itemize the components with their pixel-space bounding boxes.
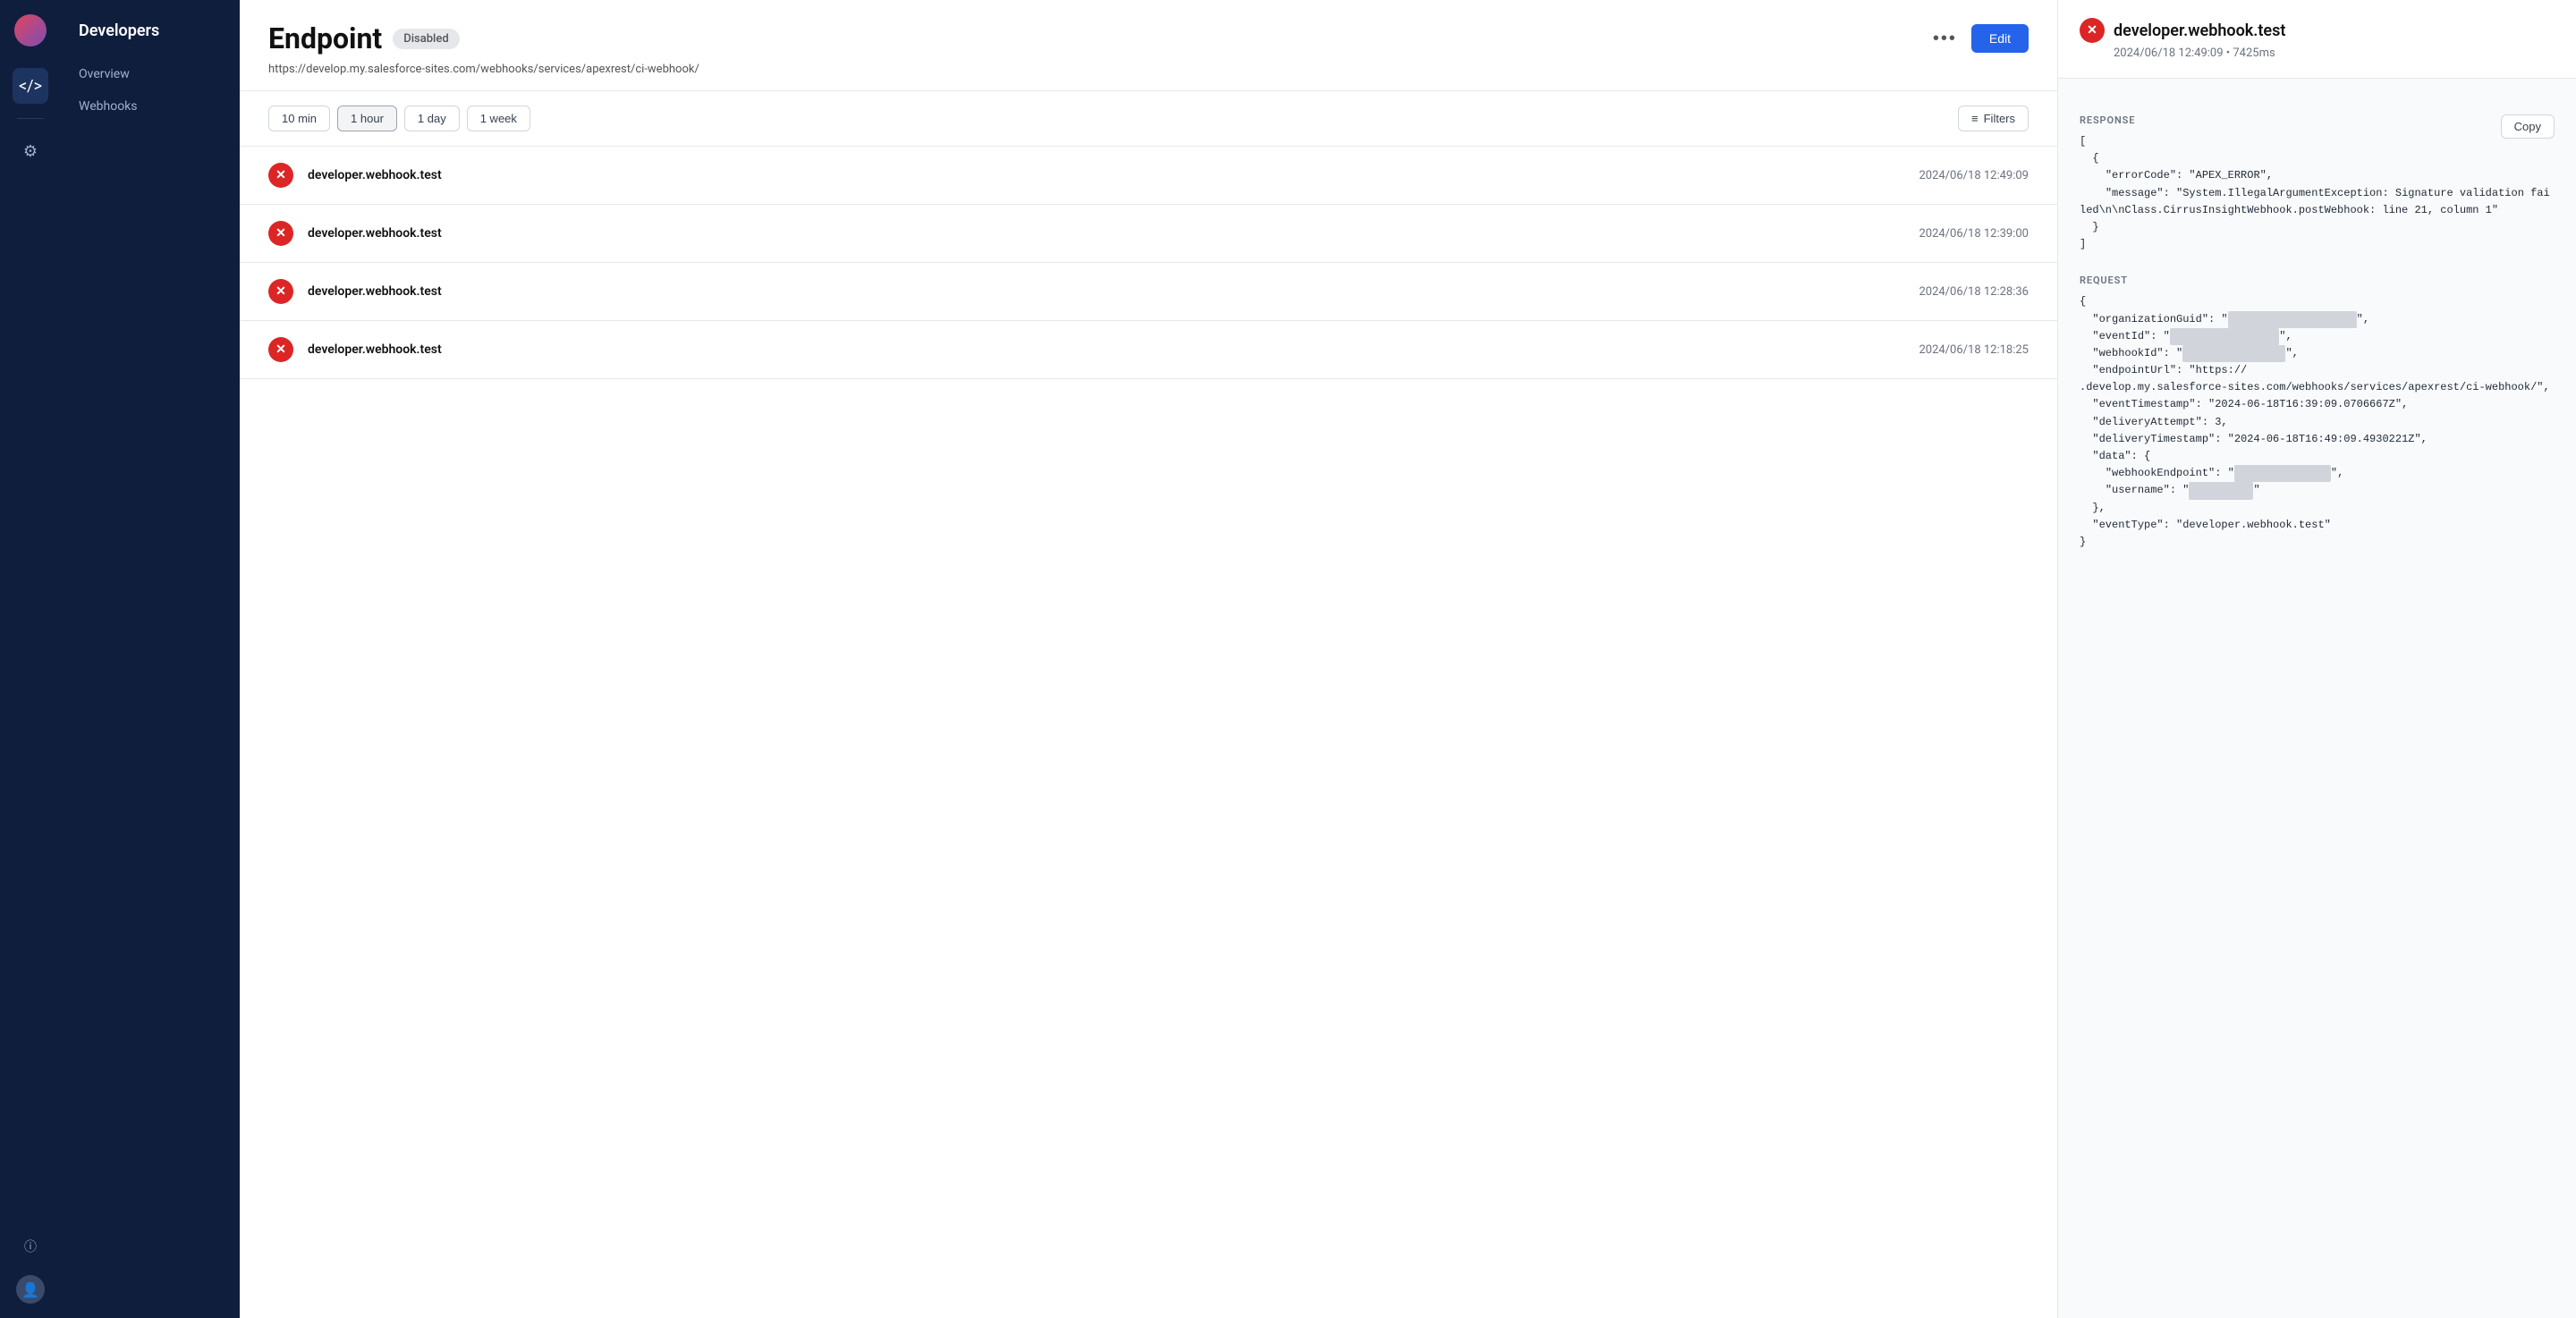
webhook-name: developer.webhook.test bbox=[308, 284, 1904, 299]
detail-title: developer.webhook.test bbox=[2114, 21, 2285, 40]
webhook-name: developer.webhook.test bbox=[308, 342, 1904, 357]
redacted-event-id bbox=[2170, 328, 2279, 345]
status-badge: Disabled bbox=[393, 29, 459, 49]
detail-header: ✕ developer.webhook.test 2024/06/18 12:4… bbox=[2058, 0, 2576, 79]
sidebar-item-overview[interactable]: Overview bbox=[61, 58, 240, 90]
error-status-icon: ✕ bbox=[268, 163, 293, 188]
webhook-time: 2024/06/18 12:49:09 bbox=[1919, 169, 2029, 182]
endpoint-title-row: Endpoint Disabled ••• Edit bbox=[268, 21, 2029, 55]
filter-icon: ≡ bbox=[1971, 112, 1979, 125]
settings-icon[interactable]: ⚙ bbox=[13, 133, 48, 169]
detail-error-icon: ✕ bbox=[2080, 18, 2105, 43]
nav-title: Developers bbox=[61, 14, 240, 58]
endpoint-header: Endpoint Disabled ••• Edit https://devel… bbox=[240, 0, 2057, 91]
request-label: REQUEST bbox=[2080, 275, 2555, 286]
sidebar-bottom: ⓘ 👤 bbox=[13, 1229, 48, 1304]
sidebar-item-webhooks[interactable]: Webhooks bbox=[61, 90, 240, 123]
edit-button[interactable]: Edit bbox=[1971, 24, 2029, 53]
redacted-org-guid bbox=[2228, 311, 2357, 328]
redacted-webhook-id bbox=[2182, 345, 2285, 362]
more-button[interactable]: ••• bbox=[1926, 25, 1964, 53]
error-status-icon: ✕ bbox=[268, 221, 293, 246]
detail-subtitle: 2024/06/18 12:49:09 • 7425ms bbox=[2080, 46, 2555, 60]
request-section: REQUEST { "organizationGuid": " ", "even… bbox=[2080, 275, 2555, 551]
time-filter-10min[interactable]: 10 min bbox=[268, 106, 330, 131]
detail-title-row: ✕ developer.webhook.test bbox=[2080, 18, 2555, 43]
table-row[interactable]: ✕ developer.webhook.test 2024/06/18 12:3… bbox=[240, 205, 2057, 263]
response-code: [ { "errorCode": "APEX_ERROR", "message"… bbox=[2080, 133, 2555, 253]
table-row[interactable]: ✕ developer.webhook.test 2024/06/18 12:1… bbox=[240, 321, 2057, 379]
app-logo bbox=[14, 14, 47, 46]
time-filter-1day[interactable]: 1 day bbox=[404, 106, 460, 131]
endpoint-actions: ••• Edit bbox=[1926, 24, 2029, 53]
time-filters: 10 min 1 hour 1 day 1 week ≡ Filters bbox=[240, 91, 2057, 147]
filters-label: Filters bbox=[1984, 112, 2015, 125]
webhook-time: 2024/06/18 12:28:36 bbox=[1919, 285, 2029, 299]
redacted-webhook-endpoint bbox=[2234, 465, 2331, 482]
webhook-name: developer.webhook.test bbox=[308, 226, 1904, 241]
info-icon[interactable]: ⓘ bbox=[13, 1229, 48, 1264]
endpoint-url: https://develop.my.salesforce-sites.com/… bbox=[268, 63, 2029, 76]
filters-button[interactable]: ≡ Filters bbox=[1958, 106, 2029, 131]
request-code: { "organizationGuid": " ", "eventId": " … bbox=[2080, 293, 2555, 551]
sidebar-divider bbox=[17, 118, 44, 119]
main-content: Endpoint Disabled ••• Edit https://devel… bbox=[240, 0, 2057, 1318]
table-row[interactable]: ✕ developer.webhook.test 2024/06/18 12:4… bbox=[240, 147, 2057, 205]
time-filter-1hour[interactable]: 1 hour bbox=[337, 106, 397, 131]
table-row[interactable]: ✕ developer.webhook.test 2024/06/18 12:2… bbox=[240, 263, 2057, 321]
response-section: Copy RESPONSE [ { "errorCode": "APEX_ERR… bbox=[2080, 114, 2555, 253]
redacted-username bbox=[2189, 482, 2253, 499]
detail-panel: ✕ developer.webhook.test 2024/06/18 12:4… bbox=[2057, 0, 2576, 1318]
webhook-time: 2024/06/18 12:39:00 bbox=[1919, 227, 2029, 241]
user-avatar[interactable]: 👤 bbox=[16, 1275, 45, 1304]
copy-button[interactable]: Copy bbox=[2501, 114, 2555, 139]
endpoint-title: Endpoint bbox=[268, 21, 382, 55]
time-filter-1week[interactable]: 1 week bbox=[467, 106, 530, 131]
error-status-icon: ✕ bbox=[268, 279, 293, 304]
error-status-icon: ✕ bbox=[268, 337, 293, 362]
webhook-time: 2024/06/18 12:18:25 bbox=[1919, 343, 2029, 357]
sidebar: </> ⚙ ⓘ 👤 bbox=[0, 0, 61, 1318]
code-icon[interactable]: </> bbox=[13, 68, 48, 104]
response-label: RESPONSE bbox=[2080, 114, 2555, 126]
nav-sidebar: Developers Overview Webhooks bbox=[61, 0, 240, 1318]
webhook-list: ✕ developer.webhook.test 2024/06/18 12:4… bbox=[240, 147, 2057, 1318]
detail-body: Copy RESPONSE [ { "errorCode": "APEX_ERR… bbox=[2058, 79, 2576, 1318]
webhook-name: developer.webhook.test bbox=[308, 168, 1904, 182]
